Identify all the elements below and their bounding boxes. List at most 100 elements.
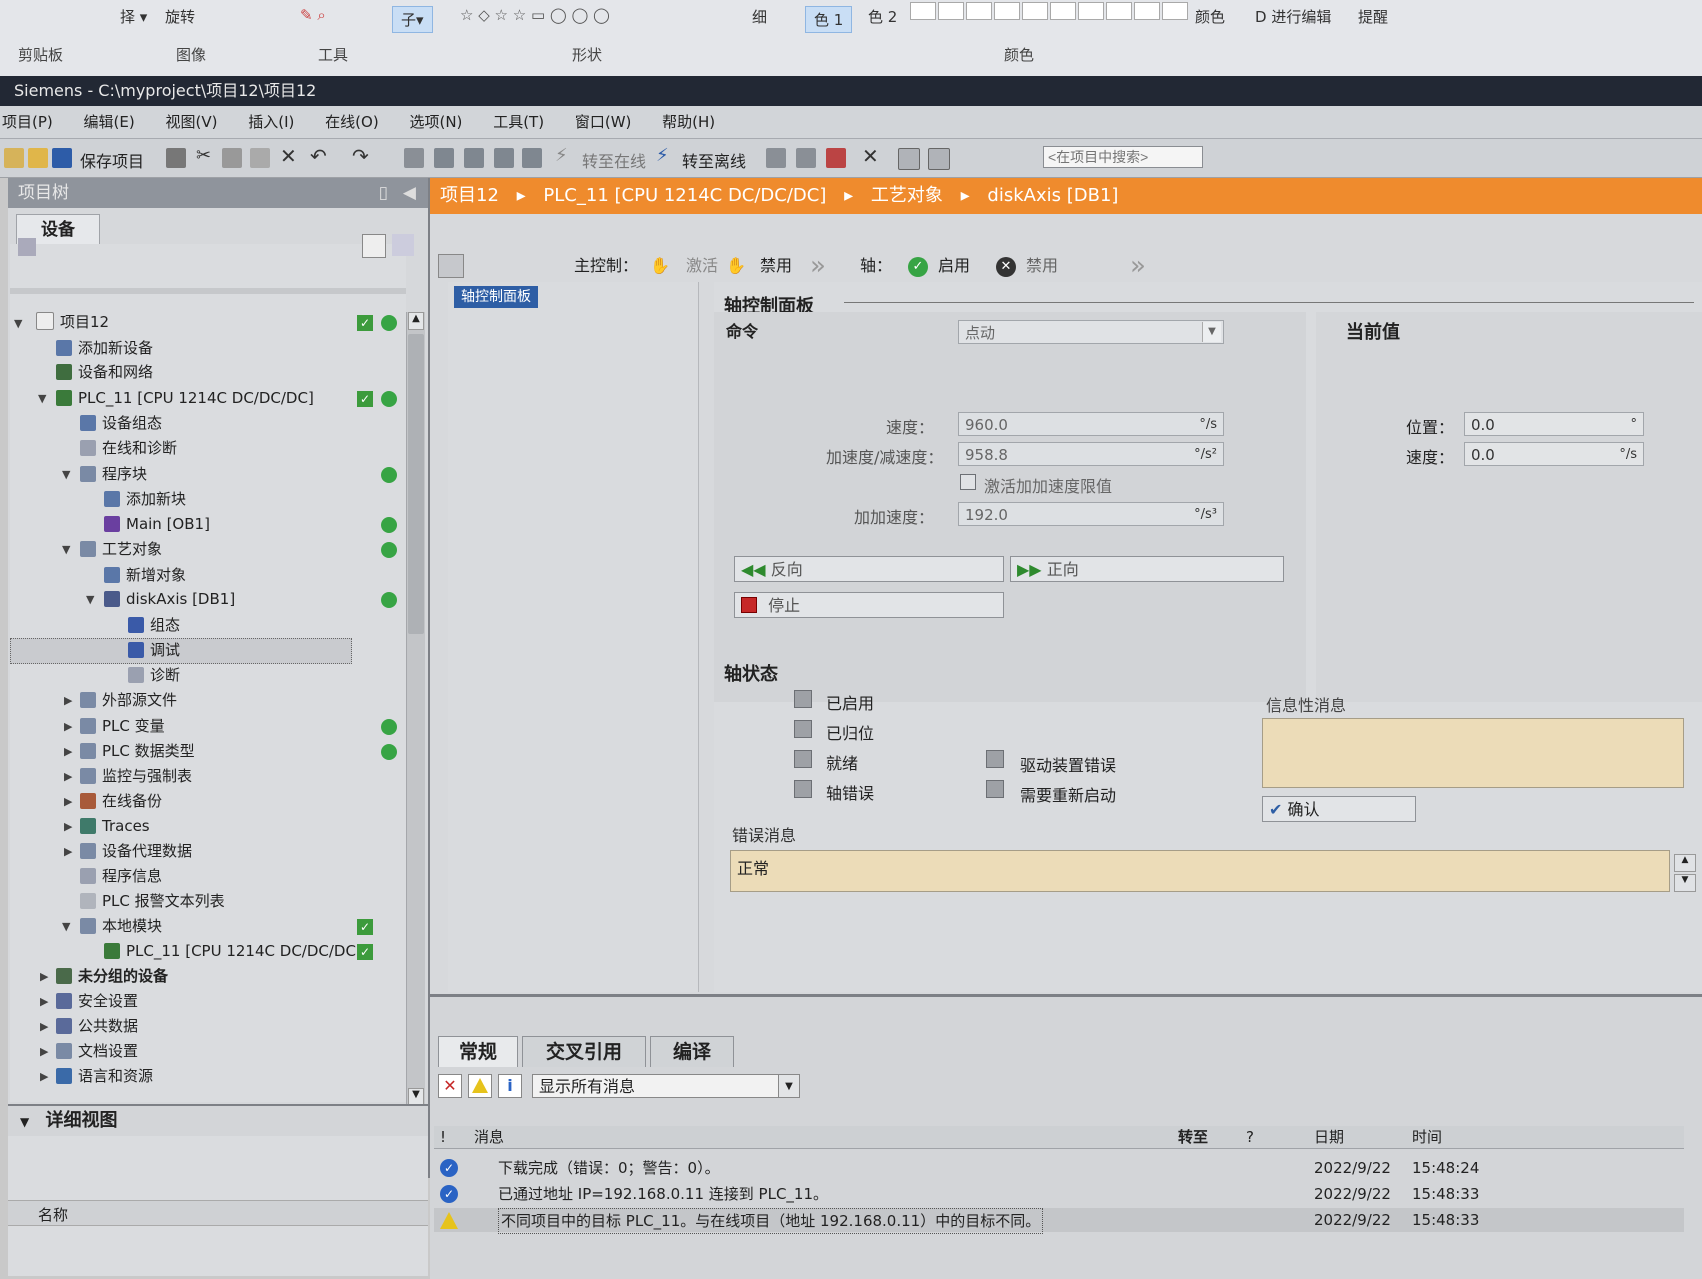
tip-button[interactable]: 提醒 bbox=[1358, 6, 1388, 27]
tree-item-watch-tables[interactable]: 监控与强制表 bbox=[80, 764, 192, 788]
color-swatch[interactable] bbox=[1134, 2, 1160, 20]
rotate-label[interactable]: 择 ▾ bbox=[120, 6, 147, 27]
error-filter-icon[interactable]: ✕ bbox=[438, 1074, 462, 1098]
tree-item-program-blocks[interactable]: 程序块 bbox=[80, 462, 147, 486]
speed-input[interactable]: 960.0 °/s bbox=[958, 412, 1224, 436]
jerk-input[interactable]: 192.0 °/s³ bbox=[958, 502, 1224, 526]
breadcrumb-plc[interactable]: PLC_11 [CPU 1214C DC/DC/DC] bbox=[543, 185, 826, 206]
expand-arrow-icon[interactable]: ▼ bbox=[62, 920, 70, 933]
color-swatch[interactable] bbox=[1022, 2, 1048, 20]
save-project-button[interactable]: 保存项目 bbox=[80, 148, 144, 172]
tree-item-add-device[interactable]: 添加新设备 bbox=[56, 336, 153, 360]
project-search-input[interactable] bbox=[1043, 146, 1203, 168]
tree-item-traces[interactable]: Traces bbox=[80, 814, 150, 838]
size-button[interactable]: 细 bbox=[752, 6, 767, 27]
go-offline-button[interactable]: 转至离线 bbox=[682, 148, 746, 172]
collapse-arrow-icon[interactable]: ▶ bbox=[64, 745, 72, 758]
collapse-arrow-icon[interactable]: ▶ bbox=[40, 1020, 48, 1033]
tree-item-device-config[interactable]: 设备组态 bbox=[80, 411, 162, 435]
tree-refresh-icon[interactable] bbox=[392, 234, 414, 256]
tree-item-main-ob1[interactable]: Main [OB1] bbox=[104, 512, 210, 536]
scroll-up-icon[interactable]: ▲ bbox=[408, 312, 424, 330]
tree-item-doc-settings[interactable]: 文档设置 bbox=[56, 1039, 138, 1063]
tree-item-security[interactable]: 安全设置 bbox=[56, 989, 138, 1013]
color1-button[interactable]: 色 1 bbox=[805, 6, 853, 33]
print-icon[interactable] bbox=[166, 148, 186, 168]
tab-compile[interactable]: 编译 bbox=[650, 1036, 734, 1067]
tree-item-external-sources[interactable]: 外部源文件 bbox=[80, 688, 177, 712]
collapse-arrow-icon[interactable]: ▶ bbox=[64, 770, 72, 783]
split-vertical-icon[interactable] bbox=[928, 148, 950, 170]
color-swatch[interactable] bbox=[1106, 2, 1132, 20]
color2-button[interactable]: 色 2 bbox=[868, 6, 897, 27]
forward-button[interactable]: ▶▶ 正向 bbox=[1010, 556, 1284, 582]
activate-button[interactable]: 激活 bbox=[686, 246, 718, 286]
redo-icon[interactable]: ↷ bbox=[352, 144, 369, 168]
tree-item-project[interactable]: 项目12 bbox=[36, 310, 109, 334]
go-offline-icon[interactable]: ⚡ bbox=[656, 145, 669, 166]
pin-icon[interactable]: ▯ bbox=[379, 178, 388, 208]
tree-item-alarm-texts[interactable]: PLC 报警文本列表 bbox=[80, 889, 225, 913]
stop-button[interactable]: 停止 bbox=[734, 592, 1004, 618]
tree-item-online-diag[interactable]: 在线和诊断 bbox=[80, 436, 177, 460]
rotate-button[interactable]: 旋转 bbox=[165, 6, 195, 27]
scroll-up-icon[interactable]: ▲ bbox=[1674, 854, 1696, 872]
tree-item-plc-tags[interactable]: PLC 变量 bbox=[80, 714, 165, 738]
copy-icon[interactable] bbox=[222, 148, 242, 168]
tree-item-diskaxis[interactable]: diskAxis [DB1] bbox=[104, 587, 235, 611]
expand-arrow-icon[interactable]: ▼ bbox=[38, 392, 46, 405]
download-icon[interactable] bbox=[434, 148, 454, 168]
tree-item-plc-datatypes[interactable]: PLC 数据类型 bbox=[80, 739, 195, 763]
confirm-button[interactable]: ✔ 确认 bbox=[1262, 796, 1416, 822]
tree-item-program-info[interactable]: 程序信息 bbox=[80, 864, 162, 888]
color-swatch[interactable] bbox=[1162, 2, 1188, 20]
breadcrumb-axis[interactable]: diskAxis [DB1] bbox=[987, 185, 1118, 206]
disable-button[interactable]: 禁用 bbox=[760, 246, 792, 286]
tree-item-common-data[interactable]: 公共数据 bbox=[56, 1014, 138, 1038]
brush-button[interactable]: 子▾ bbox=[392, 6, 433, 33]
go-online-button[interactable]: 转至在线 bbox=[582, 148, 646, 172]
color-swatch[interactable] bbox=[910, 2, 936, 20]
color-swatch[interactable] bbox=[938, 2, 964, 20]
menu-project[interactable]: 项目(P) bbox=[2, 113, 53, 131]
collapse-arrow-icon[interactable]: ▶ bbox=[40, 1045, 48, 1058]
paste-icon[interactable] bbox=[250, 148, 270, 168]
edit-colors-button[interactable]: 颜色 bbox=[1195, 6, 1225, 27]
start-cpu-icon[interactable] bbox=[522, 148, 542, 168]
table-row[interactable]: ✓ 下载完成（错误：0；警告：0）。 2022/9/22 15:48:24 bbox=[434, 1156, 1684, 1180]
tree-item-proxy-data[interactable]: 设备代理数据 bbox=[80, 839, 192, 863]
menu-window[interactable]: 窗口(W) bbox=[575, 113, 632, 131]
color-swatch[interactable] bbox=[966, 2, 992, 20]
tree-item-add-block[interactable]: 添加新块 bbox=[104, 487, 186, 511]
menu-options[interactable]: 选项(N) bbox=[409, 113, 462, 131]
tree-item-commissioning[interactable]: 调试 bbox=[128, 638, 180, 662]
tree-item-local-plc[interactable]: PLC_11 [CPU 1214C DC/DC/DC] bbox=[104, 939, 362, 963]
upload-icon[interactable] bbox=[464, 148, 484, 168]
expand-arrow-icon[interactable]: ▼ bbox=[62, 543, 70, 556]
enable-button[interactable]: 启用 bbox=[938, 246, 970, 286]
tree-scrollbar[interactable]: ▲ ▼ bbox=[406, 312, 425, 1106]
tree-item-diagnostics[interactable]: 诊断 bbox=[128, 663, 180, 687]
menu-insert[interactable]: 插入(I) bbox=[248, 113, 294, 131]
menu-view[interactable]: 视图(V) bbox=[166, 113, 218, 131]
pencil-icon[interactable]: ✎ ⌕ bbox=[300, 6, 326, 24]
tree-item-plc[interactable]: PLC_11 [CPU 1214C DC/DC/DC] bbox=[56, 386, 314, 410]
split-horizontal-icon[interactable] bbox=[898, 148, 920, 170]
table-row[interactable]: 不同项目中的目标 PLC_11。与在线项目（地址 192.168.0.11）中的… bbox=[434, 1208, 1684, 1234]
menu-tools[interactable]: 工具(T) bbox=[493, 113, 544, 131]
collapse-arrow-icon[interactable]: ▶ bbox=[40, 995, 48, 1008]
warning-filter-icon[interactable] bbox=[468, 1074, 492, 1098]
collapse-arrow-icon[interactable]: ▶ bbox=[40, 970, 48, 983]
cut-icon[interactable]: ✂ bbox=[196, 145, 211, 166]
open-project-icon[interactable] bbox=[28, 148, 48, 168]
breadcrumb-tech-objects[interactable]: 工艺对象 bbox=[871, 185, 943, 206]
edit-3d-button[interactable]: D 进行编辑 bbox=[1255, 6, 1331, 27]
axis-disable-button[interactable]: 禁用 bbox=[1026, 246, 1058, 286]
collapse-arrow-icon[interactable]: ▶ bbox=[64, 795, 72, 808]
cross-ref-icon[interactable] bbox=[796, 148, 816, 168]
scroll-thumb[interactable] bbox=[408, 334, 424, 634]
compile-icon[interactable] bbox=[404, 148, 424, 168]
simulate-icon[interactable] bbox=[494, 148, 514, 168]
breadcrumb-project[interactable]: 项目12 bbox=[440, 185, 499, 206]
collapse-panel-icon[interactable]: ◀ bbox=[403, 178, 416, 208]
